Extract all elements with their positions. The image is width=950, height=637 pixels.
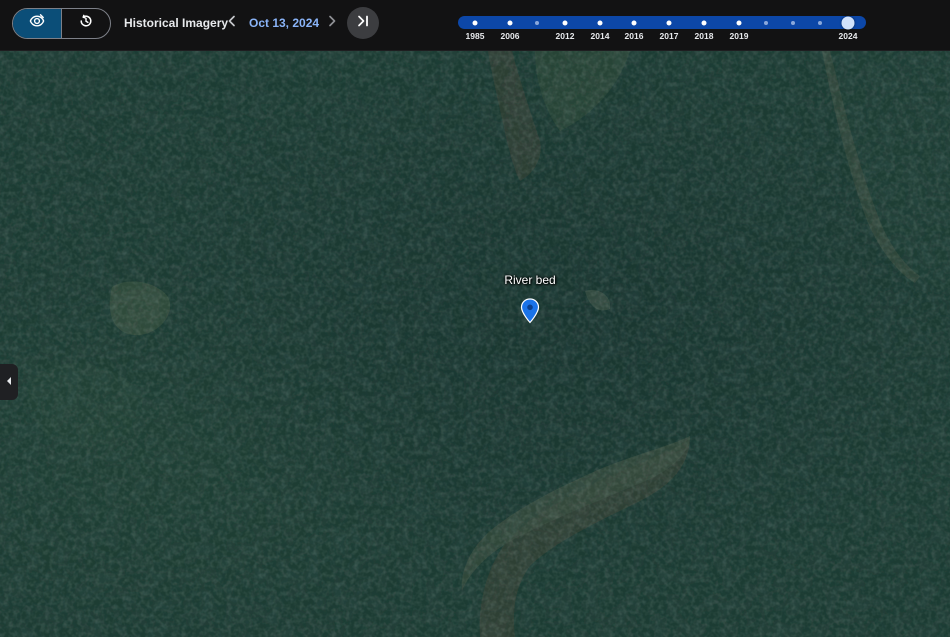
- page-title: Historical Imagery: [124, 16, 229, 30]
- timeline-year-label[interactable]: 2012: [556, 31, 575, 41]
- timeline-year-label[interactable]: 2024: [839, 31, 858, 41]
- timeline-tick[interactable]: [562, 20, 568, 25]
- timeline-year-label[interactable]: 2019: [730, 31, 749, 41]
- current-date[interactable]: Oct 13, 2024: [249, 16, 319, 30]
- timeline-tick[interactable]: [736, 20, 742, 25]
- historical-imagery-toolbar: Historical Imagery Oct 13, 2024 1985 2006…: [0, 0, 950, 51]
- timeline-year-label[interactable]: 1985: [466, 31, 485, 41]
- skip-to-latest-button[interactable]: [347, 7, 379, 39]
- timeline-tick[interactable]: [666, 20, 672, 25]
- timeline-year-label[interactable]: 2006: [501, 31, 520, 41]
- chevron-right-icon: [327, 14, 337, 32]
- timeline-year-label[interactable]: 2017: [660, 31, 679, 41]
- layers-eye-icon: [29, 13, 45, 34]
- timeline-year-label[interactable]: 2016: [625, 31, 644, 41]
- location-pin-icon[interactable]: [520, 298, 540, 324]
- history-mode-button[interactable]: [62, 9, 110, 38]
- timeline-tick[interactable]: [472, 20, 478, 25]
- canopy-highlights: [0, 51, 950, 637]
- chevron-left-icon: [227, 14, 237, 32]
- chevron-left-icon: [5, 373, 13, 391]
- year-timeline-slider[interactable]: [458, 16, 866, 29]
- satellite-imagery: [0, 51, 950, 637]
- previous-date-button[interactable]: [222, 13, 242, 33]
- skip-to-latest-icon: [356, 14, 370, 32]
- side-panel-toggle-button[interactable]: [0, 364, 18, 400]
- timeline-year-label[interactable]: 2018: [695, 31, 714, 41]
- mode-toggle: [12, 8, 111, 39]
- timeline-tick[interactable]: [535, 20, 539, 25]
- timeline-tick[interactable]: [631, 20, 637, 25]
- next-date-button[interactable]: [322, 13, 342, 33]
- place-label[interactable]: River bed: [504, 273, 555, 287]
- timeline-tick[interactable]: [764, 20, 768, 25]
- timeline-tick[interactable]: [701, 20, 707, 25]
- timeline-selected-thumb[interactable]: [841, 16, 855, 29]
- timeline-year-label[interactable]: 2014: [591, 31, 610, 41]
- imagery-mode-button[interactable]: [13, 9, 62, 38]
- satellite-map[interactable]: River bed: [0, 51, 950, 637]
- timeline-tick[interactable]: [818, 20, 822, 25]
- timeline-tick[interactable]: [791, 20, 795, 25]
- timeline-tick[interactable]: [507, 20, 513, 25]
- history-clock-icon: [78, 13, 94, 34]
- timeline-tick[interactable]: [597, 20, 603, 25]
